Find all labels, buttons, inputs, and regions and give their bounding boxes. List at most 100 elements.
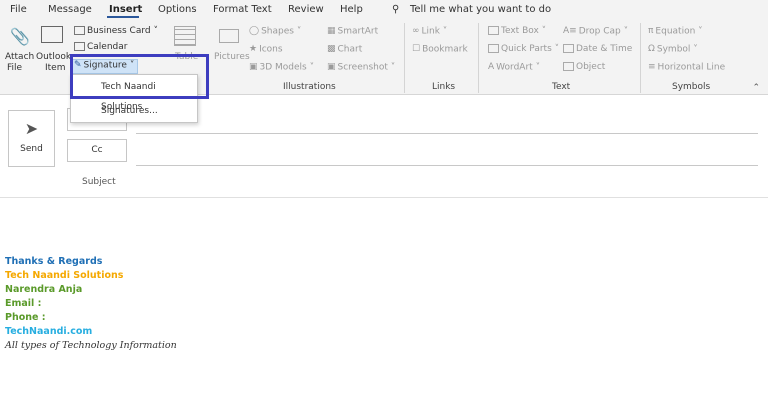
object-button[interactable]: Object xyxy=(563,62,605,72)
link-icon: ∞ xyxy=(412,26,420,36)
wordart-icon: A xyxy=(488,62,495,72)
tell-me-search[interactable]: Tell me what you want to do xyxy=(410,4,551,15)
screenshot-icon: ▣ xyxy=(327,62,336,72)
horizontal-line-icon: ≡ xyxy=(648,62,656,72)
wordart-button[interactable]: A WordArt ˅ xyxy=(488,62,540,73)
date-time-button[interactable]: Date & Time xyxy=(563,44,632,54)
screenshot-label: Screenshot xyxy=(337,62,388,73)
equation-label: Equation xyxy=(655,26,696,37)
date-time-label: Date & Time xyxy=(576,44,633,54)
drop-cap-label: Drop Cap xyxy=(578,26,621,37)
business-card-button[interactable]: Business Card ˅ xyxy=(74,26,158,36)
attach-file-line1[interactable]: Attach xyxy=(5,52,34,62)
table-button[interactable]: Table xyxy=(175,52,198,62)
signature-button[interactable]: ✎ Signature ˅ xyxy=(74,60,134,71)
cc-button[interactable]: Cc xyxy=(67,139,127,162)
outlook-item-line2[interactable]: Item xyxy=(45,63,66,73)
paperclip-icon: 📎 xyxy=(10,27,30,46)
horizontal-line-label: Horizontal Line xyxy=(657,62,726,73)
signature-label: Signature xyxy=(83,60,127,71)
3d-models-label: 3D Models xyxy=(259,62,307,73)
sig-tagline: All types of Technology Information xyxy=(5,340,177,351)
shapes-icon: ◯ xyxy=(249,26,260,36)
menu-bar: File Message Insert Options Format Text … xyxy=(0,0,768,19)
drop-cap-icon: A≡ xyxy=(563,26,577,36)
pictures-button[interactable]: Pictures xyxy=(214,52,250,62)
subject-label: Subject xyxy=(82,177,116,187)
icons-icon: ★ xyxy=(249,44,258,54)
sig-phone: Phone : xyxy=(5,312,46,323)
outlook-item-line1[interactable]: Outlook xyxy=(36,52,71,62)
object-icon xyxy=(563,62,574,71)
smartart-label: SmartArt xyxy=(337,26,379,37)
signature-dropdown: Tech Naandi Solutions Signatures... xyxy=(70,74,198,123)
outlook-item-icon xyxy=(41,26,63,43)
3d-models-button[interactable]: ▣ 3D Models ˅ xyxy=(249,62,314,73)
ribbon-separator xyxy=(640,23,641,93)
send-label: Send xyxy=(20,144,43,154)
smartart-icon: ▦ xyxy=(327,26,336,36)
icons-button[interactable]: ★ Icons xyxy=(249,44,283,55)
wordart-label: WordArt xyxy=(496,62,533,73)
smartart-button[interactable]: ▦ SmartArt xyxy=(327,26,378,37)
send-arrow-icon: ➤ xyxy=(24,119,39,138)
calendar-label: Calendar xyxy=(87,42,128,52)
bookmark-button[interactable]: ☐ Bookmark xyxy=(412,44,468,55)
calendar-clock-icon xyxy=(563,44,574,53)
bookmark-icon: ☐ xyxy=(412,44,421,54)
cc-field[interactable] xyxy=(136,165,758,166)
quick-parts-label: Quick Parts xyxy=(501,44,552,54)
calendar-icon xyxy=(74,42,85,51)
to-field[interactable] xyxy=(136,133,758,134)
sig-website[interactable]: TechNaandi.com xyxy=(5,326,92,337)
subject-field[interactable] xyxy=(0,197,768,198)
text-box-button[interactable]: Text Box ˅ xyxy=(488,26,546,36)
group-label-text: Text xyxy=(552,82,571,92)
attach-file-line2[interactable]: File xyxy=(7,63,22,73)
icons-label: Icons xyxy=(259,44,283,55)
chart-label: Chart xyxy=(337,44,363,55)
object-label: Object xyxy=(576,62,606,72)
menu-format-text[interactable]: Format Text xyxy=(213,4,272,15)
dropdown-item-signatures[interactable]: Signatures... xyxy=(71,101,197,121)
chart-icon: ▩ xyxy=(327,44,336,54)
menu-help[interactable]: Help xyxy=(340,4,363,15)
lightbulb-icon: ⚲ xyxy=(392,4,400,15)
menu-options[interactable]: Options xyxy=(158,4,197,15)
link-button[interactable]: ∞ Link ˅ xyxy=(412,26,447,37)
symbol-label: Symbol xyxy=(656,44,691,55)
collapse-ribbon-icon[interactable]: ⌃ xyxy=(752,83,760,93)
pictures-icon xyxy=(219,29,239,43)
active-tab-indicator xyxy=(107,16,139,18)
drop-cap-button[interactable]: A≡ Drop Cap ˅ xyxy=(563,26,628,37)
menu-review[interactable]: Review xyxy=(288,4,324,15)
dropdown-item-tech-naandi[interactable]: Tech Naandi Solutions xyxy=(71,77,197,112)
send-button[interactable]: ➤ Send xyxy=(8,110,55,167)
bookmark-label: Bookmark xyxy=(422,44,468,55)
table-icon xyxy=(174,26,196,46)
menu-message[interactable]: Message xyxy=(48,4,92,15)
group-label-symbols: Symbols xyxy=(672,82,711,92)
chart-button[interactable]: ▩ Chart xyxy=(327,44,362,55)
ribbon-separator xyxy=(404,23,405,93)
omega-icon: Ω xyxy=(648,44,655,54)
menu-file[interactable]: File xyxy=(10,4,27,15)
sig-company: Tech Naandi Solutions xyxy=(5,270,124,281)
shapes-button[interactable]: ◯ Shapes ˅ xyxy=(249,26,301,37)
horizontal-line-button[interactable]: ≡ Horizontal Line xyxy=(648,62,725,73)
symbol-button[interactable]: Ω Symbol ˅ xyxy=(648,44,698,55)
screenshot-button[interactable]: ▣ Screenshot ˅ xyxy=(327,62,395,73)
quick-parts-button[interactable]: Quick Parts ˅ xyxy=(488,44,559,54)
link-label: Link xyxy=(421,26,440,37)
group-label-links: Links xyxy=(432,82,456,92)
sig-thanks: Thanks & Regards xyxy=(5,256,103,267)
calendar-button[interactable]: Calendar xyxy=(74,42,127,52)
cube-icon: ▣ xyxy=(249,62,258,72)
quick-parts-icon xyxy=(488,44,499,53)
shapes-label: Shapes xyxy=(261,26,294,37)
text-box-icon xyxy=(488,26,499,35)
menu-insert[interactable]: Insert xyxy=(109,4,142,15)
business-card-icon xyxy=(74,26,85,35)
group-label-illustrations: Illustrations xyxy=(283,82,336,92)
equation-button[interactable]: π Equation ˅ xyxy=(648,26,703,37)
